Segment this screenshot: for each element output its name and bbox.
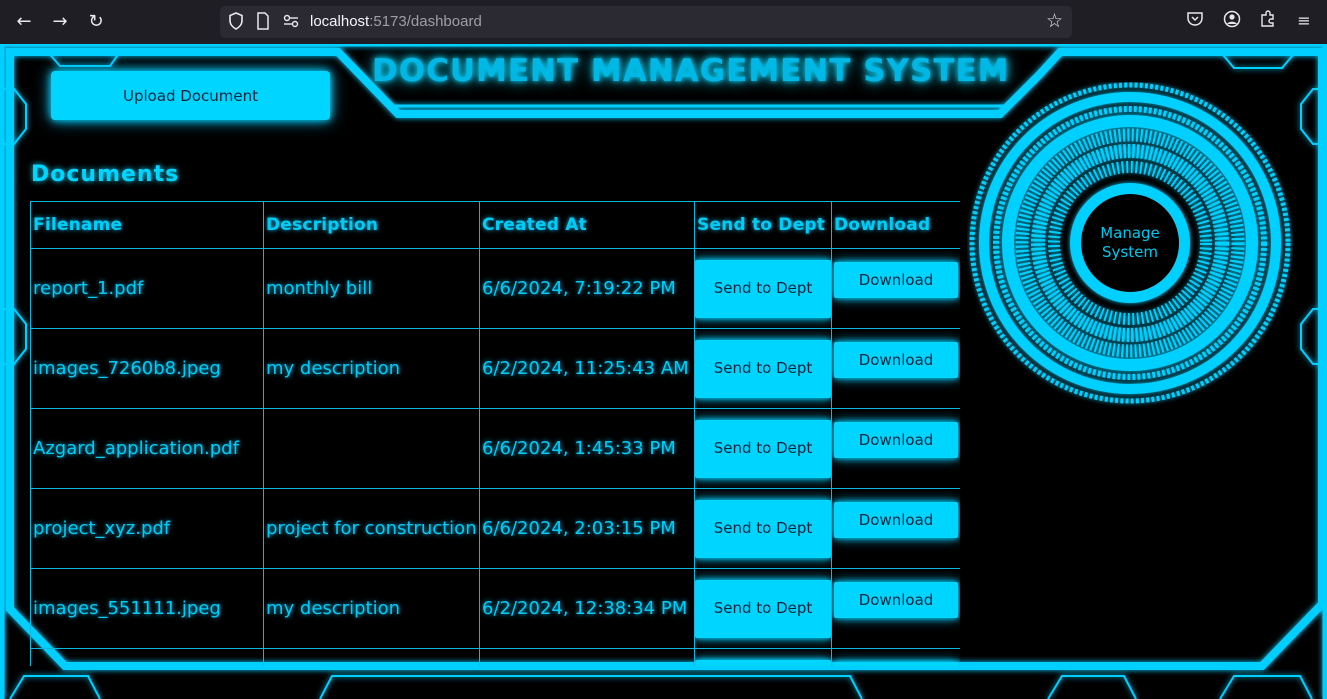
- download-cell: Download: [831, 568, 960, 649]
- send-cell: Send to Dept: [694, 488, 832, 569]
- created-at-cell: [479, 648, 695, 666]
- send-cell: [694, 648, 832, 666]
- dashboard: DOCUMENT MANAGEMENT SYSTEM Upload Docume…: [0, 44, 1327, 699]
- send-cell: Send to Dept: [694, 408, 832, 489]
- column-header-download: Download: [831, 201, 960, 249]
- table-row: [30, 648, 960, 666]
- description-cell: [263, 648, 480, 666]
- browser-toolbar: ← → ↻ localhost:5173/dashboard ☆ ≡: [0, 0, 1327, 44]
- url-host: localhost: [310, 13, 370, 30]
- documents-table-container[interactable]: Filename Description Created At Send to …: [30, 201, 960, 666]
- shield-icon[interactable]: [228, 12, 244, 35]
- send-to-dept-button[interactable]: Send to Dept: [695, 579, 831, 638]
- table-row: images_551111.jpeg my description 6/2/20…: [30, 568, 960, 649]
- filename-cell: [30, 648, 264, 666]
- download-cell: Download: [831, 248, 960, 329]
- url-path: :5173/dashboard: [369, 13, 482, 30]
- download-button[interactable]: Download: [834, 581, 958, 618]
- send-to-dept-button[interactable]: Send to Dept: [695, 419, 831, 478]
- url-text[interactable]: localhost:5173/dashboard: [310, 13, 482, 31]
- download-cell: Download: [831, 488, 960, 569]
- permissions-icon[interactable]: [282, 12, 300, 35]
- account-icon[interactable]: [1221, 10, 1243, 32]
- description-cell: [263, 408, 480, 489]
- send-to-dept-button[interactable]: [695, 659, 831, 666]
- description-cell: my description: [263, 568, 480, 649]
- back-icon[interactable]: ←: [11, 9, 37, 35]
- send-cell: Send to Dept: [694, 248, 832, 329]
- send-to-dept-button[interactable]: Send to Dept: [695, 339, 831, 398]
- column-header-created-at: Created At: [479, 201, 695, 249]
- download-button[interactable]: Download: [834, 501, 958, 538]
- documents-heading: Documents: [31, 162, 180, 187]
- column-header-filename: Filename: [30, 201, 264, 249]
- send-cell: Send to Dept: [694, 328, 832, 409]
- download-cell: Download: [831, 328, 960, 409]
- download-cell: Download: [831, 408, 960, 489]
- created-at-cell: 6/6/2024, 1:45:33 PM: [479, 408, 695, 489]
- reload-icon[interactable]: ↻: [83, 9, 109, 35]
- bookmark-star-icon[interactable]: ☆: [1046, 11, 1063, 31]
- download-button[interactable]: Download: [834, 421, 958, 458]
- send-to-dept-button[interactable]: Send to Dept: [695, 499, 831, 558]
- forward-icon[interactable]: →: [47, 9, 73, 35]
- manage-system-button[interactable]: Manage System: [1081, 194, 1179, 292]
- menu-icon[interactable]: ≡: [1293, 10, 1315, 32]
- documents-table: Filename Description Created At Send to …: [30, 201, 960, 666]
- send-cell: Send to Dept: [694, 568, 832, 649]
- created-at-cell: 6/6/2024, 2:03:15 PM: [479, 488, 695, 569]
- filename-cell: images_551111.jpeg: [30, 568, 264, 649]
- download-button[interactable]: [834, 661, 958, 666]
- created-at-cell: 6/2/2024, 12:38:34 PM: [479, 568, 695, 649]
- filename-cell: Azgard_application.pdf: [30, 408, 264, 489]
- description-cell: monthly bill: [263, 248, 480, 329]
- created-at-cell: 6/6/2024, 7:19:22 PM: [479, 248, 695, 329]
- table-row: report_1.pdf monthly bill 6/6/2024, 7:19…: [30, 248, 960, 329]
- filename-cell: project_xyz.pdf: [30, 488, 264, 569]
- table-row: images_7260b8.jpeg my description 6/2/20…: [30, 328, 960, 409]
- table-row: Azgard_application.pdf 6/6/2024, 1:45:33…: [30, 408, 960, 489]
- upload-document-button[interactable]: Upload Document: [51, 71, 330, 120]
- send-to-dept-button[interactable]: Send to Dept: [695, 259, 831, 318]
- description-cell: project for construction: [263, 488, 480, 569]
- description-cell: my description: [263, 328, 480, 409]
- extensions-icon[interactable]: [1257, 10, 1279, 32]
- download-button[interactable]: Download: [834, 341, 958, 378]
- pocket-icon[interactable]: [1184, 10, 1206, 32]
- column-header-send-to-dept: Send to Dept: [694, 201, 832, 249]
- filename-cell: report_1.pdf: [30, 248, 264, 329]
- created-at-cell: 6/2/2024, 11:25:43 AM: [479, 328, 695, 409]
- page-title: DOCUMENT MANAGEMENT SYSTEM: [372, 53, 1010, 89]
- page-icon: [256, 12, 270, 35]
- table-header-row: Filename Description Created At Send to …: [30, 201, 960, 249]
- address-bar[interactable]: localhost:5173/dashboard ☆: [220, 6, 1072, 38]
- table-row: project_xyz.pdf project for construction…: [30, 488, 960, 569]
- filename-cell: images_7260b8.jpeg: [30, 328, 264, 409]
- manage-system-dial: Manage System: [967, 82, 1293, 408]
- download-cell: [831, 648, 960, 666]
- download-button[interactable]: Download: [834, 261, 958, 298]
- column-header-description: Description: [263, 201, 480, 249]
